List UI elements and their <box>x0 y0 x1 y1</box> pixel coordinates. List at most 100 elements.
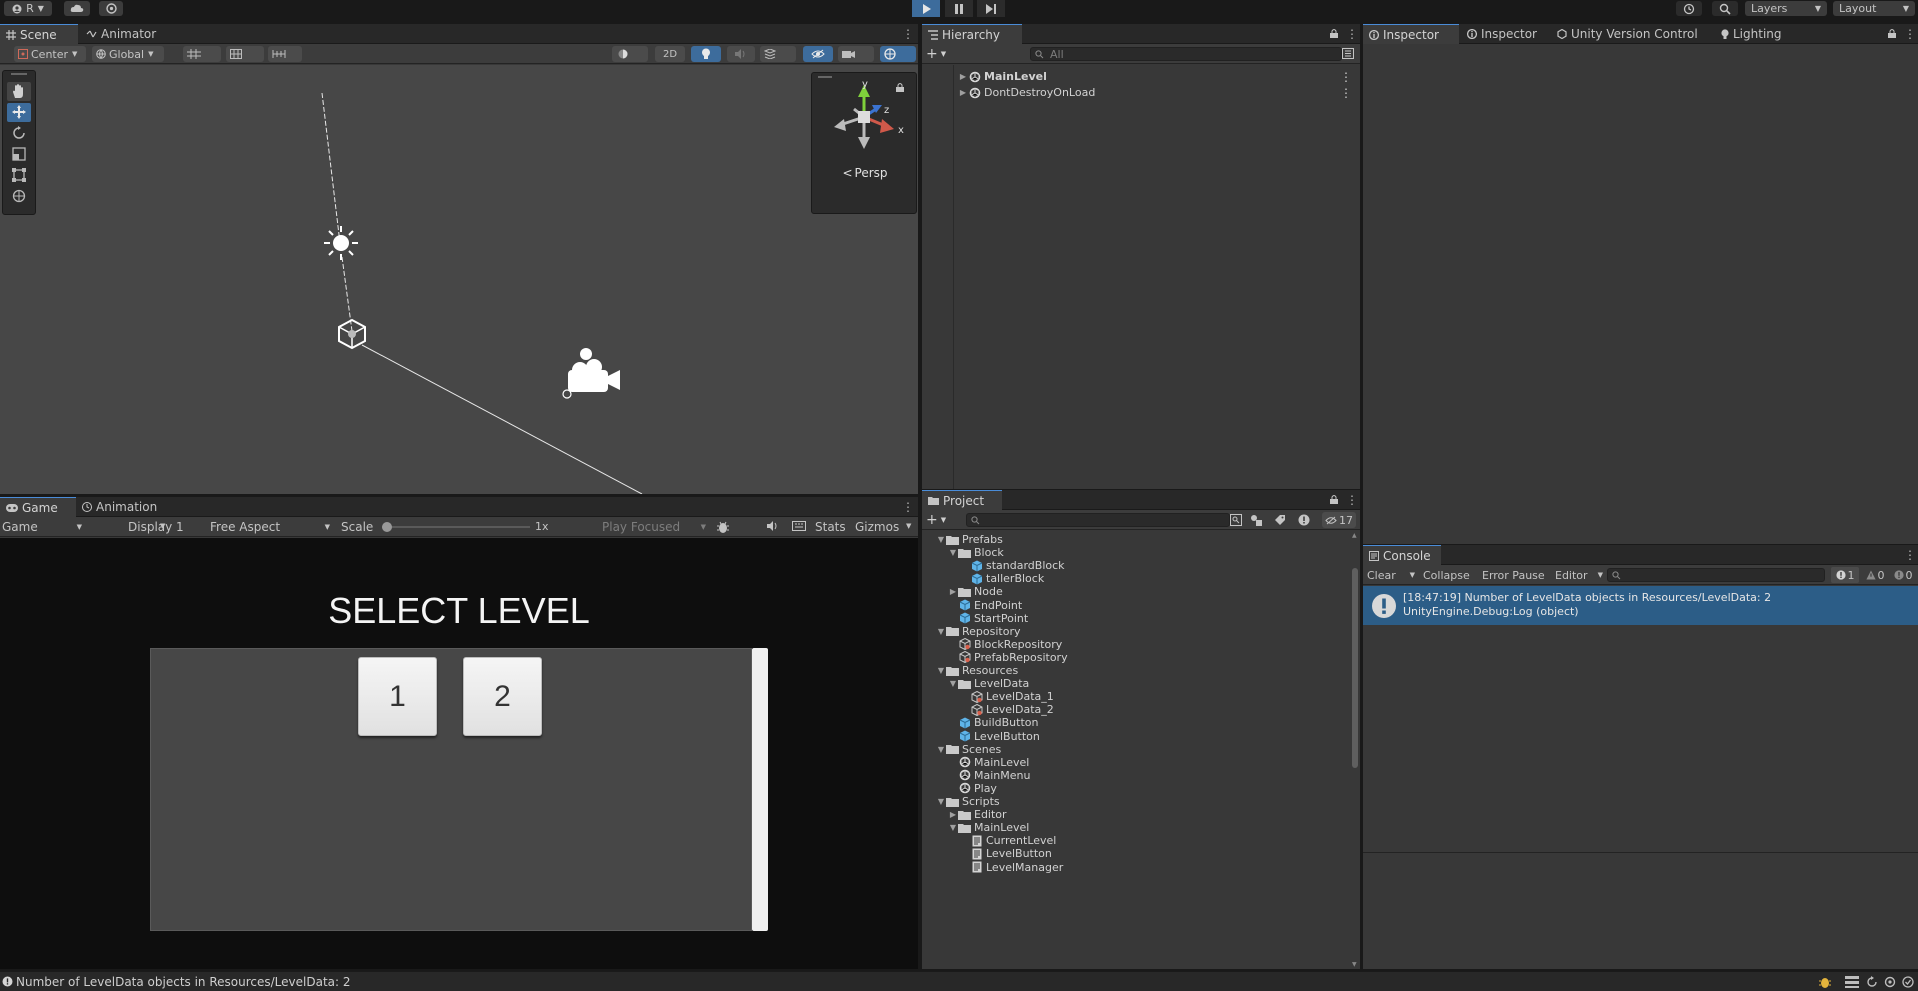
mute-audio-icon[interactable] <box>767 521 779 531</box>
project-tree-item[interactable]: ▼ Scripts <box>922 795 1352 808</box>
aspect-dropdown[interactable]: Free Aspect ▼ <box>210 519 334 535</box>
shortcuts-icon[interactable] <box>792 521 806 531</box>
console-search-input[interactable] <box>1607 568 1825 582</box>
search-by-type-icon[interactable] <box>1230 514 1242 526</box>
increment-snap-button[interactable] <box>268 46 302 62</box>
chevron-right-icon[interactable]: ▶ <box>948 587 958 596</box>
project-scrollbar-thumb[interactable] <box>1352 568 1358 768</box>
scene-visibility-button[interactable] <box>803 46 833 62</box>
project-tree-item[interactable]: ▼ LevelData <box>922 677 1352 690</box>
scene-viewport[interactable] <box>0 65 918 494</box>
scroll-down-icon[interactable]: ▼ <box>1352 961 1357 968</box>
scroll-up-icon[interactable]: ▲ <box>1352 532 1357 539</box>
game-view-dropdown[interactable]: Game ▼ <box>0 519 86 535</box>
directional-light-icon[interactable] <box>323 225 359 261</box>
status-message[interactable]: Number of LevelData objects in Resources… <box>16 975 351 989</box>
project-tree-item[interactable]: MainMenu <box>922 769 1352 782</box>
project-tree-item[interactable]: LevelButton <box>922 847 1352 860</box>
tab-project[interactable]: Project <box>922 490 1002 510</box>
cloud-button[interactable] <box>64 1 90 16</box>
services-button[interactable] <box>99 1 123 16</box>
layout-dropdown[interactable]: Layout ▼ <box>1833 1 1915 16</box>
filter-type-icon[interactable] <box>1250 514 1262 526</box>
project-tree-item[interactable]: StartPoint <box>922 612 1352 625</box>
chevron-down-icon[interactable]: ▼ <box>936 745 946 754</box>
tab-inspector-1[interactable]: Inspector <box>1363 24 1459 44</box>
error-count-toggle[interactable]: 0 <box>1889 567 1917 583</box>
level-2-button[interactable]: 2 <box>463 657 542 736</box>
hand-tool-button[interactable] <box>7 82 31 101</box>
tab-console[interactable]: Console <box>1363 545 1441 565</box>
error-pause-toggle[interactable]: Error Pause <box>1480 567 1550 583</box>
lock-icon[interactable] <box>1888 29 1896 38</box>
camera-gizmo-icon[interactable] <box>558 346 622 400</box>
scale-tool-button[interactable] <box>7 145 31 164</box>
inspector-menu-button[interactable]: ⋮ <box>1904 26 1916 42</box>
project-scrollbar[interactable]: ▲ ▼ <box>1352 532 1358 968</box>
project-tree-item[interactable]: MainLevel <box>922 756 1352 769</box>
project-tree-item[interactable]: BlockRepository <box>922 638 1352 651</box>
network-icon[interactable] <box>1845 976 1859 988</box>
move-tool-button[interactable] <box>7 103 31 122</box>
collapse-toggle[interactable]: Collapse <box>1421 567 1475 583</box>
chevron-right-icon[interactable]: ▶ <box>958 88 968 97</box>
level-scrollbar[interactable] <box>752 648 768 931</box>
account-button[interactable]: R ▼ <box>4 1 52 16</box>
log-count-toggle[interactable]: 1 <box>1831 567 1859 583</box>
tab-animator[interactable]: Animator <box>80 24 160 44</box>
chevron-down-icon[interactable]: ▼ <box>948 823 958 832</box>
overlay-grip[interactable] <box>11 73 27 75</box>
rect-tool-button[interactable] <box>7 166 31 185</box>
chevron-down-icon[interactable]: ▼ <box>936 535 946 544</box>
project-tree-item[interactable]: Play <box>922 782 1352 795</box>
pivot-dropdown[interactable]: Center ▼ <box>14 46 86 62</box>
rotate-tool-button[interactable] <box>7 124 31 143</box>
shading-mode-button[interactable] <box>612 46 648 62</box>
project-menu-button[interactable]: ⋮ <box>1346 492 1358 508</box>
bug-icon[interactable] <box>716 520 730 534</box>
scene-camera-dropdown[interactable] <box>838 46 874 62</box>
projection-toggle[interactable]: < Persp <box>812 165 918 181</box>
hierarchy-row-dontdestroyonload[interactable]: ▶ DontDestroyOnLoad ⋮ <box>922 86 1360 100</box>
tab-version-control[interactable]: Unity Version Control <box>1551 24 1713 44</box>
level-1-button[interactable]: 1 <box>358 657 437 736</box>
play-mode-dropdown[interactable]: Play Focused ▼ <box>602 519 708 535</box>
scene-menu-icon[interactable]: ⋮ <box>1340 86 1352 100</box>
create-button[interactable]: + ▼ <box>926 46 954 62</box>
project-tree-item[interactable]: ▼ MainLevel <box>922 821 1352 834</box>
project-tree-item[interactable]: CurrentLevel <box>922 834 1352 847</box>
game-object-icon[interactable] <box>336 318 368 350</box>
console-menu-button[interactable]: ⋮ <box>1904 547 1916 563</box>
tab-inspector-2[interactable]: Inspector <box>1461 24 1545 44</box>
scale-slider[interactable] <box>382 522 530 532</box>
undo-history-button[interactable] <box>1676 1 1702 16</box>
debug-mode-icon[interactable] <box>1818 975 1832 989</box>
console-splitter[interactable] <box>1363 852 1918 853</box>
audio-toggle-button[interactable] <box>727 46 755 62</box>
overlay-grip[interactable] <box>818 76 832 78</box>
project-tree-item[interactable]: PrefabRepository <box>922 651 1352 664</box>
project-tree-item[interactable]: ▼ Scenes <box>922 743 1352 756</box>
hierarchy-menu-button[interactable]: ⋮ <box>1346 26 1358 42</box>
gizmos-button[interactable]: Gizmos <box>855 520 899 534</box>
project-tree-item[interactable]: LevelButton <box>922 730 1352 743</box>
warning-count-toggle[interactable]: 0 <box>1861 567 1889 583</box>
chevron-right-icon[interactable]: ▶ <box>958 72 968 81</box>
settings-icon[interactable] <box>1884 976 1896 988</box>
game-canvas[interactable]: SELECT LEVEL 1 2 <box>0 538 918 969</box>
chevron-down-icon[interactable]: ▼ <box>948 679 958 688</box>
editor-target-dropdown[interactable]: Editor ▼ <box>1553 567 1603 583</box>
level-scroll-view[interactable]: 1 2 <box>150 648 752 931</box>
clear-button[interactable]: Clear ▼ <box>1365 567 1415 583</box>
scene-menu-button[interactable]: ⋮ <box>902 26 914 42</box>
effects-dropdown[interactable] <box>760 46 796 62</box>
project-search-input[interactable] <box>966 513 1230 527</box>
lighting-toggle-button[interactable] <box>691 46 721 62</box>
chevron-down-icon[interactable]: ▼ <box>936 797 946 806</box>
scene-filter-icon[interactable] <box>1342 48 1354 59</box>
chevron-right-icon[interactable]: ▶ <box>948 810 958 819</box>
chevron-down-icon[interactable]: ▼ <box>936 666 946 675</box>
hidden-packages-toggle[interactable]: 17 <box>1322 512 1356 528</box>
pause-button[interactable] <box>945 0 973 17</box>
tab-scene[interactable]: Scene <box>0 24 78 44</box>
